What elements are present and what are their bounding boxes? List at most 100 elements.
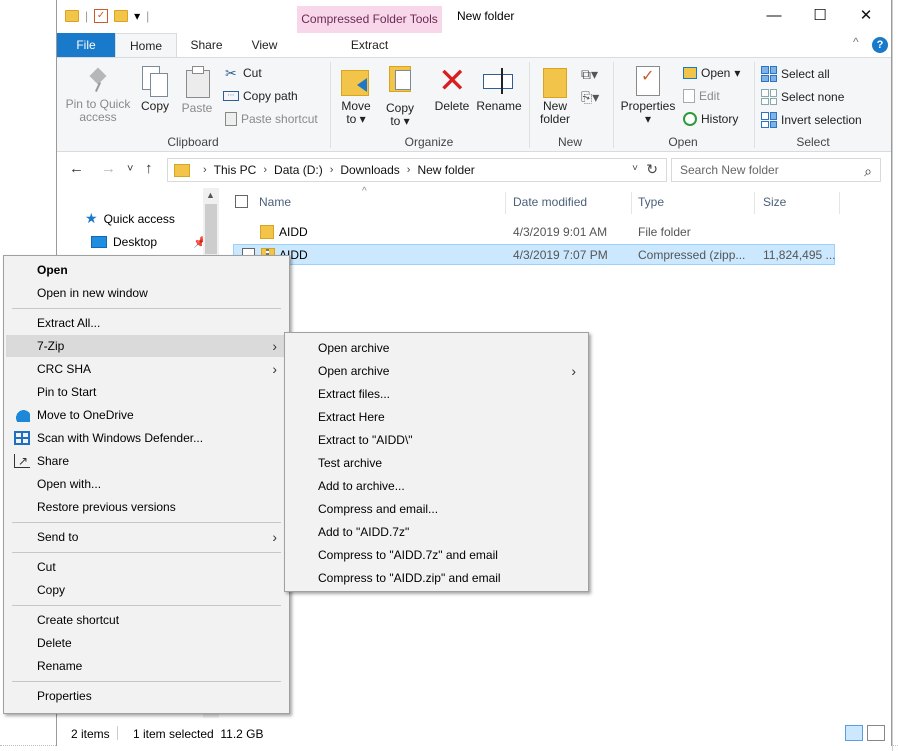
ribbon: Pin to Quick access Copy Paste ✂ Cut ⋯ C…	[57, 57, 891, 152]
menu-item-share[interactable]: Share	[6, 450, 287, 472]
folder-icon[interactable]	[65, 10, 79, 22]
rename-button[interactable]: Rename	[475, 66, 523, 113]
menu-item-cut[interactable]: Cut	[6, 556, 287, 578]
column-divider[interactable]	[631, 192, 632, 214]
menu-item-restore-versions[interactable]: Restore previous versions	[6, 496, 287, 518]
move-to-button[interactable]: Move to ▾	[337, 66, 375, 126]
column-header-name[interactable]: Name	[259, 195, 291, 217]
large-icons-view-icon[interactable]	[867, 725, 885, 741]
nav-desktop[interactable]: Desktop 📌	[91, 235, 207, 249]
collapse-ribbon-icon[interactable]: ^	[853, 35, 859, 49]
tab-extract[interactable]: Extract	[297, 33, 442, 57]
menu-item-7zip[interactable]: 7-Zip ›	[6, 335, 287, 357]
menu-item-send-to[interactable]: Send to ›	[6, 526, 287, 548]
cut-button[interactable]: ✂ Cut	[225, 66, 262, 80]
up-arrow-icon[interactable]: ↑	[145, 160, 153, 177]
scrollbar-thumb[interactable]	[205, 204, 217, 254]
column-divider[interactable]	[754, 192, 755, 214]
qat-dropdown-icon[interactable]: ▾	[134, 9, 140, 23]
tab-share[interactable]: Share	[179, 33, 234, 57]
forward-arrow-icon[interactable]: →	[101, 160, 116, 177]
close-button[interactable]: ✕	[843, 4, 889, 28]
column-header-size[interactable]: Size	[763, 195, 786, 217]
tab-view[interactable]: View	[237, 33, 292, 57]
new-item-icon[interactable]: ⧉▾	[581, 66, 598, 83]
breadcrumb-this-pc[interactable]: This PC	[214, 163, 257, 177]
edit-button[interactable]: Edit	[683, 89, 720, 103]
easy-access-icon[interactable]: ⎘▾	[581, 89, 599, 106]
file-row-selected[interactable]: AIDD 4/3/2019 7:07 PM Compressed (zipp..…	[233, 244, 836, 265]
breadcrumb-data-d[interactable]: Data (D:)	[274, 163, 323, 177]
properties-check-icon[interactable]: ✓	[94, 9, 109, 23]
column-header-date-modified[interactable]: Date modified	[513, 195, 587, 217]
menu-item-pin-to-start[interactable]: Pin to Start	[6, 381, 287, 403]
submenu-item-add-to-7z[interactable]: Add to "AIDD.7z"	[287, 521, 586, 543]
open-button[interactable]: Open ▾	[683, 66, 740, 80]
menu-item-scan-defender[interactable]: Scan with Windows Defender...	[6, 427, 287, 449]
help-icon[interactable]: ?	[872, 37, 888, 53]
submenu-item-add-to-archive[interactable]: Add to archive...	[287, 475, 586, 497]
submenu-item-test-archive[interactable]: Test archive	[287, 452, 586, 474]
address-dropdown-icon[interactable]: ˅	[632, 163, 638, 174]
select-all-button[interactable]: Select all	[761, 66, 830, 82]
recent-locations-icon[interactable]: ˅	[127, 163, 133, 175]
invert-selection-button[interactable]: Invert selection	[761, 112, 862, 128]
column-divider[interactable]	[839, 192, 840, 214]
details-view-icon[interactable]	[845, 725, 863, 741]
submenu-item-compress-zip-email[interactable]: Compress to "AIDD.zip" and email	[287, 567, 586, 589]
pin-to-quick-access-button[interactable]: Pin to Quick access	[63, 66, 133, 124]
new-folder-icon[interactable]	[114, 10, 129, 22]
tab-file[interactable]: File	[57, 33, 115, 57]
edit-icon	[683, 89, 695, 103]
submenu-item-compress-email[interactable]: Compress and email...	[287, 498, 586, 520]
new-folder-button[interactable]: New folder	[535, 66, 575, 126]
breadcrumb-separator[interactable]: ›	[407, 164, 411, 176]
file-row[interactable]: AIDD 4/3/2019 9:01 AM File folder	[233, 222, 835, 243]
menu-item-crc-sha[interactable]: CRC SHA ›	[6, 358, 287, 380]
open-label: Open	[701, 66, 731, 80]
column-divider[interactable]	[505, 192, 506, 214]
address-bar[interactable]: › This PC › Data (D:) › Downloads › New …	[167, 158, 667, 182]
scroll-up-icon[interactable]: ▲	[206, 190, 215, 200]
menu-item-copy[interactable]: Copy	[6, 579, 287, 601]
paste-shortcut-button[interactable]: Paste shortcut	[225, 112, 318, 126]
properties-button[interactable]: Properties ▾	[619, 66, 677, 126]
submenu-item-extract-files[interactable]: Extract files...	[287, 383, 586, 405]
history-button[interactable]: History	[683, 112, 738, 126]
menu-item-delete[interactable]: Delete	[6, 632, 287, 654]
copy-path-button[interactable]: ⋯ Copy path	[223, 89, 298, 103]
menu-item-rename[interactable]: Rename	[6, 655, 287, 677]
submenu-item-extract-here[interactable]: Extract Here	[287, 406, 586, 428]
copy-to-button[interactable]: Copy to ▾	[381, 66, 419, 128]
delete-button[interactable]: ✕ Delete	[431, 64, 473, 113]
submenu-item-open-archive-more[interactable]: Open archive ›	[287, 360, 586, 382]
menu-item-create-shortcut[interactable]: Create shortcut	[6, 609, 287, 631]
copy-button[interactable]: Copy	[137, 66, 173, 113]
breadcrumb-separator[interactable]: ›	[330, 164, 334, 176]
breadcrumb-downloads[interactable]: Downloads	[340, 163, 399, 177]
refresh-icon[interactable]: ↻	[646, 161, 658, 178]
search-icon[interactable]: ⌕	[864, 160, 872, 182]
nav-quick-access[interactable]: ★ Quick access	[85, 210, 175, 227]
menu-item-extract-all[interactable]: Extract All...	[6, 312, 287, 334]
minimize-button[interactable]: —	[751, 4, 797, 28]
submenu-item-open-archive[interactable]: Open archive	[287, 337, 586, 359]
search-input[interactable]: Search New folder ⌕	[671, 158, 881, 182]
back-arrow-icon[interactable]: ←	[69, 160, 84, 177]
submenu-item-extract-to[interactable]: Extract to "AIDD\"	[287, 429, 586, 451]
menu-item-open-new-window[interactable]: Open in new window	[6, 282, 287, 304]
maximize-button[interactable]: ☐	[797, 4, 843, 28]
paste-button[interactable]: Paste	[179, 66, 215, 115]
menu-item-open-with[interactable]: Open with...	[6, 473, 287, 495]
breadcrumb-new-folder[interactable]: New folder	[417, 163, 474, 177]
select-none-button[interactable]: Select none	[761, 89, 844, 105]
breadcrumb-separator[interactable]: ›	[203, 164, 207, 176]
breadcrumb-separator[interactable]: ›	[263, 164, 267, 176]
select-all-checkbox[interactable]	[235, 195, 248, 208]
menu-item-move-to-onedrive[interactable]: Move to OneDrive	[6, 404, 287, 426]
menu-item-properties[interactable]: Properties	[6, 685, 287, 707]
tab-home[interactable]: Home	[115, 33, 177, 57]
submenu-item-compress-7z-email[interactable]: Compress to "AIDD.7z" and email	[287, 544, 586, 566]
menu-item-open[interactable]: Open	[6, 259, 287, 281]
column-header-type[interactable]: Type	[638, 195, 664, 217]
